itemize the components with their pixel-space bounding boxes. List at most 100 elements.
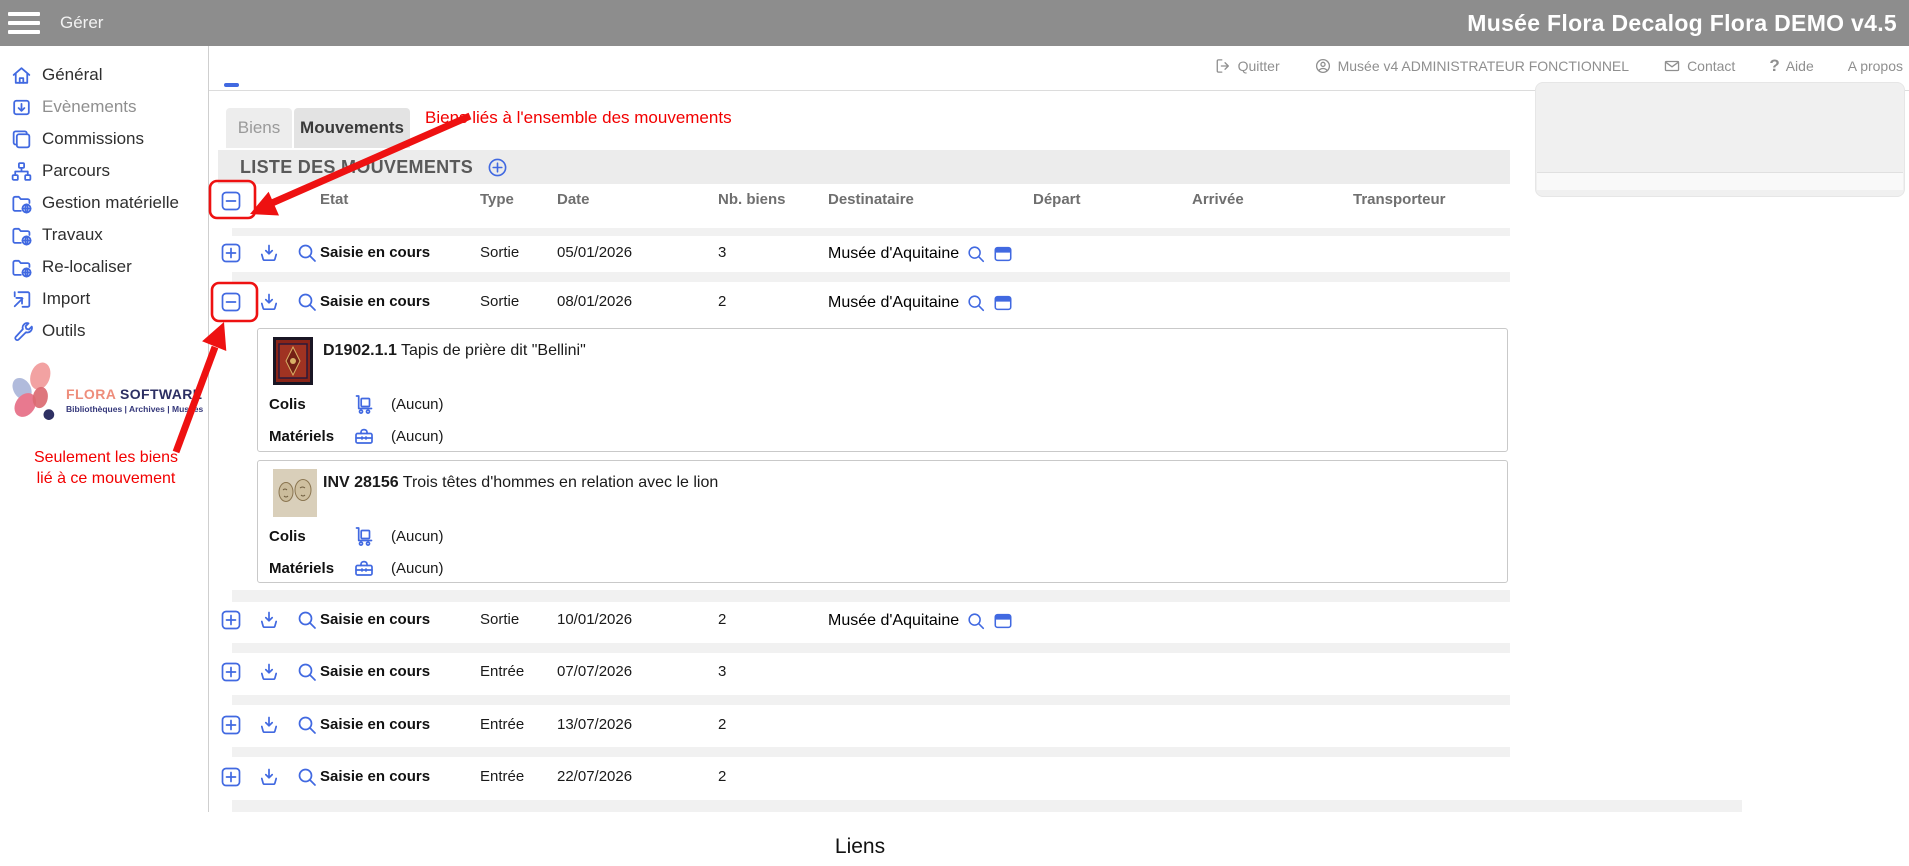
destinataire-card-icon[interactable] (993, 611, 1013, 631)
download-icon[interactable] (258, 766, 280, 788)
sketch-thumbnail[interactable] (273, 469, 317, 522)
destinataire-card-icon[interactable] (993, 293, 1013, 313)
header-link-aide[interactable]: ? Aide (1769, 56, 1813, 76)
destinataire-search-icon[interactable] (966, 611, 986, 631)
collapse-all-icon[interactable] (220, 190, 242, 212)
movements-list-title: LISTE DES MOUVEMENTS (240, 157, 473, 178)
sidebar-item-label: Evènements (42, 97, 137, 117)
sidebar-item-re-localiser[interactable]: Re-localiser (0, 251, 208, 283)
cell-date: 05/01/2026 (557, 244, 632, 261)
movement-row: Saisie en coursSortie08/01/20262Musée d'… (218, 285, 1510, 319)
search-icon[interactable] (296, 242, 318, 264)
cell-nb-biens: 2 (718, 611, 726, 628)
sidebar-item-g-n-ral[interactable]: Général (0, 59, 208, 91)
sidebar-item-travaux[interactable]: Travaux (0, 219, 208, 251)
cell-nb-biens: 3 (718, 663, 726, 680)
sidebar-divider (208, 46, 209, 812)
table-header-row: EtatTypeDateNb. biensDestinataireDépartA… (218, 183, 1510, 219)
materiels-value: (Aucun) (391, 428, 444, 445)
toolbox-icon[interactable] (353, 557, 375, 579)
search-icon[interactable] (296, 714, 318, 736)
expand-row-icon[interactable] (220, 609, 242, 631)
movement-row: Saisie en coursEntrée13/07/20262 (218, 708, 1510, 742)
hamburger-menu-icon[interactable] (8, 12, 40, 34)
expand-row-icon[interactable] (220, 242, 242, 264)
cell-date: 13/07/2026 (557, 716, 632, 733)
header-link-quitter[interactable]: Quitter (1214, 57, 1280, 75)
trolley-icon[interactable] (353, 525, 375, 547)
column-header-destinataire: Destinataire (828, 191, 914, 208)
destinataire-search-icon[interactable] (966, 244, 986, 264)
destinataire-label: Musée d'Aquitaine (828, 245, 959, 263)
collapsed-panel-dash[interactable] (224, 83, 239, 87)
cell-etat: Saisie en cours (320, 716, 430, 733)
annotation-only-this-movement: Seulement les biens lié à ce mouvement (14, 448, 198, 490)
logo-tagline: Bibliothèques | Archives | Musées (66, 404, 203, 414)
sidebar: Général Evènements Commissions Parcours Gest… (0, 59, 208, 347)
sidebar-item-label: Re-localiser (42, 257, 132, 277)
header-link-a-propos[interactable]: A propos (1848, 58, 1903, 74)
movement-row: Saisie en coursEntrée22/07/20262 (218, 760, 1510, 794)
materiels-value: (Aucun) (391, 560, 444, 577)
sidebar-item-commissions[interactable]: Commissions (0, 123, 208, 155)
sidebar-item-label: Outils (42, 321, 85, 341)
destinataire-label: Musée d'Aquitaine (828, 294, 959, 312)
cell-date: 10/01/2026 (557, 611, 632, 628)
side-panel-footer-strip (1537, 172, 1903, 190)
item-title: D1902.1.1 Tapis de prière dit "Bellini" (323, 342, 586, 360)
section-divider-band (232, 800, 1742, 812)
header-link-label: Aide (1786, 58, 1814, 74)
tab-mouvements[interactable]: Mouvements (294, 108, 410, 148)
annotation-all-movements: Biens liés à l'ensemble des mouvements (425, 108, 732, 128)
search-icon[interactable] (296, 291, 318, 313)
search-icon[interactable] (296, 766, 318, 788)
materiels-label: Matériels (269, 428, 334, 445)
cell-nb-biens: 3 (718, 244, 726, 261)
header-link-contact[interactable]: Contact (1663, 57, 1735, 75)
movements-list-header: LISTE DES MOUVEMENTS (218, 150, 1510, 184)
tab-biens[interactable]: Biens (226, 108, 292, 148)
toolbox-icon[interactable] (353, 425, 375, 447)
row-separator (232, 747, 1510, 757)
row-separator (232, 590, 1510, 602)
header-links: Quitter Musée v4 ADMINISTRATEUR FONCTIONN… (1214, 56, 1903, 76)
movement-row: Saisie en coursSortie05/01/20263Musée d'… (218, 236, 1510, 270)
download-icon[interactable] (258, 242, 280, 264)
expand-row-icon[interactable] (220, 766, 242, 788)
sidebar-item-outils[interactable]: Outils (0, 315, 208, 347)
collapse-row-icon[interactable] (220, 291, 242, 313)
expand-row-icon[interactable] (220, 714, 242, 736)
sidebar-item-label: Import (42, 289, 90, 309)
expand-row-icon[interactable] (220, 661, 242, 683)
archive-icon (10, 96, 33, 119)
header-link-label: A propos (1848, 58, 1903, 74)
header-link-label: Contact (1687, 58, 1735, 74)
destinataire-card-icon[interactable] (993, 244, 1013, 264)
download-icon[interactable] (258, 609, 280, 631)
carpet-thumbnail[interactable] (273, 337, 313, 390)
header-link-mus-e-v4-administrateur-fonctionnel[interactable]: Musée v4 ADMINISTRATEUR FONCTIONNEL (1314, 57, 1629, 75)
download-icon[interactable] (258, 714, 280, 736)
search-icon[interactable] (296, 609, 318, 631)
destinataire-search-icon[interactable] (966, 293, 986, 313)
trolley-icon[interactable] (353, 393, 375, 415)
cell-etat: Saisie en cours (320, 768, 430, 785)
column-header-date: Date (557, 191, 590, 208)
download-icon[interactable] (258, 291, 280, 313)
add-movement-icon[interactable] (487, 157, 508, 178)
sidebar-item-parcours[interactable]: Parcours (0, 155, 208, 187)
cell-type: Entrée (480, 663, 524, 680)
menu-label: Gérer (60, 13, 103, 33)
download-icon[interactable] (258, 661, 280, 683)
sidebar-item-ev-nements[interactable]: Evènements (0, 91, 208, 123)
linked-item-card: D1902.1.1 Tapis de prière dit "Bellini"C… (257, 328, 1508, 452)
sidebar-item-gestion-mat-rielle[interactable]: Gestion matérielle (0, 187, 208, 219)
cell-etat: Saisie en cours (320, 293, 430, 310)
search-icon[interactable] (296, 661, 318, 683)
sidebar-item-label: Parcours (42, 161, 110, 181)
app-title: Musée Flora Decalog Flora DEMO v4.5 (1467, 0, 1897, 46)
sidebar-item-import[interactable]: Import (0, 283, 208, 315)
mail-icon (1663, 57, 1681, 75)
cell-type: Entrée (480, 768, 524, 785)
help-icon: ? (1769, 56, 1779, 76)
